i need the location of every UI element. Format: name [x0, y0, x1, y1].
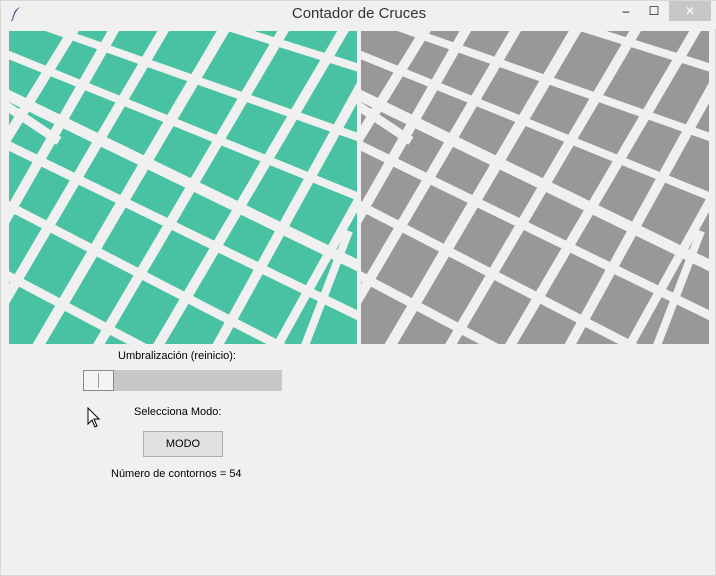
close-button[interactable]: ✕ — [669, 1, 711, 21]
maximize-button[interactable]: ☐ — [641, 1, 667, 21]
app-window: Contador de Cruces – ☐ ✕ Umbralización (… — [0, 0, 716, 576]
maximize-icon: ☐ — [648, 4, 660, 18]
window-title: Contador de Cruces — [291, 5, 427, 22]
original-map-image — [9, 31, 357, 344]
processed-map-image — [361, 31, 709, 344]
threshold-slider-thumb[interactable] — [83, 370, 114, 391]
minimize-icon: – — [622, 4, 630, 18]
mouse-cursor-icon — [87, 407, 101, 428]
close-icon: ✕ — [684, 4, 696, 18]
mode-button[interactable]: MODO — [143, 431, 223, 457]
contour-count-label: Número de contornos = 54 — [111, 468, 242, 480]
mode-label: Selecciona Modo: — [134, 406, 222, 418]
title-bar: Contador de Cruces – ☐ ✕ — [1, 1, 716, 29]
threshold-label: Umbralización (reinicio): — [118, 350, 236, 362]
minimize-button[interactable]: – — [613, 1, 639, 21]
